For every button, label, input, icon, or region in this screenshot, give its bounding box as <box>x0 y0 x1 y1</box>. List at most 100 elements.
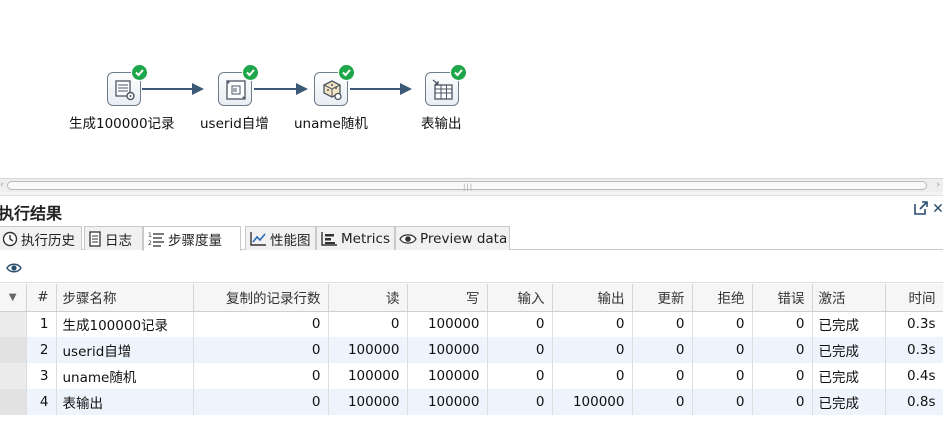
column-header[interactable]: 读 <box>328 284 408 312</box>
table-cell: 已完成 <box>812 311 886 337</box>
column-header[interactable]: 时间 <box>885 284 943 312</box>
table-row[interactable]: 4 表输出 0 100000 100000 0 100000 0 0 0 已完成… <box>0 389 943 415</box>
tab-label: 执行历史 <box>21 232 75 249</box>
close-panel-button[interactable] <box>933 198 943 218</box>
column-header[interactable]: 错误 <box>752 284 813 312</box>
step-metrics-table: ▼ # 步骤名称 复制的记录行数 读 写 输入 输出 更新 拒绝 错误 激活 时… <box>0 284 943 415</box>
scroll-left-icon[interactable]: ‹ <box>0 180 4 190</box>
sort-toggle-icon[interactable]: ▼ <box>0 284 27 312</box>
tab-label: Metrics <box>341 230 391 247</box>
add-sequence-icon <box>226 80 246 100</box>
svg-text:2: 2 <box>148 240 152 247</box>
tab-label: 性能图 <box>270 232 311 249</box>
completed-check-icon <box>242 64 259 81</box>
table-cell: 0 <box>487 389 553 415</box>
completed-check-icon <box>450 64 467 81</box>
table-cell: 0 <box>328 311 408 337</box>
svg-text:1: 1 <box>148 232 152 239</box>
table-output-icon <box>432 79 453 100</box>
detach-panel-button[interactable] <box>911 198 931 218</box>
tab-preview-data[interactable]: Preview data <box>395 226 510 250</box>
table-cell: 1 <box>26 311 57 337</box>
table-cell: 0 <box>193 389 329 415</box>
row-gutter <box>0 389 27 415</box>
metrics-toolbar <box>0 251 943 283</box>
table-cell: 0 <box>487 337 553 363</box>
transformation-canvas[interactable]: 生成100000记录 userid自增 uname随机 表输出 <box>0 0 943 178</box>
table-cell: 已完成 <box>812 363 886 389</box>
tab-log[interactable]: 日志 <box>84 226 143 250</box>
scroll-right-icon[interactable]: › <box>936 180 940 190</box>
eye-icon <box>6 263 22 273</box>
close-icon <box>933 203 943 213</box>
table-cell: 0 <box>552 363 633 389</box>
step-label: 表输出 <box>421 116 462 132</box>
table-row[interactable]: 1 生成100000记录 0 0 100000 0 0 0 0 0 已完成 0.… <box>0 311 943 337</box>
table-cell: 0 <box>552 337 633 363</box>
table-cell: 0.3s <box>885 311 943 337</box>
column-header[interactable]: 步骤名称 <box>56 284 194 312</box>
table-cell: 0 <box>752 337 813 363</box>
column-header[interactable]: 写 <box>407 284 488 312</box>
table-cell: 100000 <box>552 389 633 415</box>
panel-actions <box>911 198 943 218</box>
table-cell: 0 <box>487 363 553 389</box>
table-cell: uname随机 <box>56 363 194 389</box>
table-cell: 0 <box>632 311 693 337</box>
table-cell: 0 <box>193 311 329 337</box>
hop-arrow[interactable] <box>142 83 204 95</box>
step-label: 生成100000记录 <box>69 116 175 132</box>
tab-metrics[interactable]: Metrics <box>316 226 395 250</box>
table-row[interactable]: 2 userid自增 0 100000 100000 0 0 0 0 0 已完成… <box>0 337 943 363</box>
column-header[interactable]: 激活 <box>812 284 886 312</box>
table-cell: 100000 <box>407 337 488 363</box>
hop-arrow[interactable] <box>254 83 308 95</box>
show-hidden-columns-button[interactable] <box>6 260 22 274</box>
table-cell: 100000 <box>328 363 408 389</box>
step-label: uname随机 <box>294 116 368 132</box>
column-header[interactable]: # <box>26 284 57 312</box>
preview-eye-icon <box>399 233 417 244</box>
table-cell: userid自增 <box>56 337 194 363</box>
table-cell: 表输出 <box>56 389 194 415</box>
table-row[interactable]: 3 uname随机 0 100000 100000 0 0 0 0 0 已完成 … <box>0 363 943 389</box>
table-cell: 2 <box>26 337 57 363</box>
table-cell: 0 <box>632 337 693 363</box>
tab-label: 日志 <box>105 232 132 249</box>
table-cell: 0 <box>692 311 753 337</box>
column-header[interactable]: 输出 <box>552 284 633 312</box>
tab-performance-chart[interactable]: 性能图 <box>245 226 316 250</box>
table-cell: 生成100000记录 <box>56 311 194 337</box>
column-header[interactable]: 输入 <box>487 284 553 312</box>
hop-arrow[interactable] <box>350 83 412 95</box>
table-cell: 100000 <box>407 311 488 337</box>
table-cell: 0 <box>692 363 753 389</box>
results-tabs: 执行历史 日志 1 2 步骤度量 性能图 Metrics Preview dat… <box>0 226 943 251</box>
column-header[interactable]: 更新 <box>632 284 693 312</box>
table-cell: 0 <box>752 311 813 337</box>
performance-chart-icon <box>250 231 266 246</box>
column-header[interactable]: 复制的记录行数 <box>193 284 329 312</box>
column-header[interactable]: 拒绝 <box>692 284 753 312</box>
grip-icon: ||| <box>463 183 474 191</box>
table-cell: 4 <box>26 389 57 415</box>
panel-splitter[interactable] <box>0 192 943 196</box>
tab-step-metrics[interactable]: 1 2 步骤度量 <box>143 226 241 251</box>
history-icon <box>2 231 18 246</box>
table-header: ▼ # 步骤名称 复制的记录行数 读 写 输入 输出 更新 拒绝 错误 激活 时… <box>0 284 943 312</box>
panel-title: 执行结果 <box>0 204 63 223</box>
table-cell: 0.3s <box>885 337 943 363</box>
metrics-icon <box>321 231 337 246</box>
table-cell: 0 <box>193 337 329 363</box>
table-cell: 0.8s <box>885 389 943 415</box>
tab-execution-history[interactable]: 执行历史 <box>0 226 82 250</box>
canvas-horizontal-scrollbar[interactable]: ‹ ||| › <box>0 178 943 192</box>
table-cell: 3 <box>26 363 57 389</box>
tab-label: 步骤度量 <box>168 233 222 249</box>
completed-check-icon <box>338 64 355 81</box>
table-cell: 0 <box>632 389 693 415</box>
generate-rows-icon <box>115 80 135 101</box>
table-cell: 0.4s <box>885 363 943 389</box>
table-cell: 0 <box>632 363 693 389</box>
row-gutter <box>0 311 27 337</box>
